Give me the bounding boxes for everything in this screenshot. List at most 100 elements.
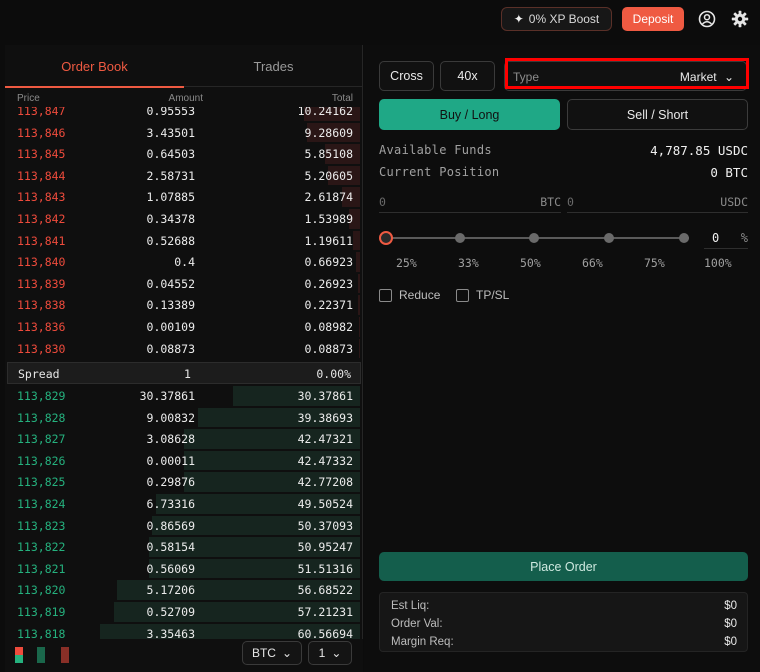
bid-amount: 5.17206 [146, 583, 195, 598]
ask-total: 5.20605 [304, 168, 353, 183]
bid-row[interactable]: 113,820 5.17206 56.68522 [5, 579, 363, 601]
bid-row[interactable]: 113,829 30.37861 30.37861 [5, 385, 363, 407]
slider-thumb[interactable] [379, 231, 393, 245]
deposit-button[interactable]: Deposit [622, 7, 684, 31]
ask-price: 113,844 [17, 168, 66, 183]
ask-price: 113,845 [17, 147, 66, 162]
bid-row[interactable]: 113,826 0.00011 42.47332 [5, 450, 363, 472]
ask-row[interactable]: 113,844 2.58731 5.20605 [5, 165, 363, 187]
bid-row[interactable]: 113,819 0.52709 57.21231 [5, 601, 363, 623]
ask-amount: 1.07885 [146, 190, 195, 205]
margin-req-row: Margin Req: $0 [391, 636, 737, 648]
bid-row[interactable]: 113,827 3.08628 42.47321 [5, 428, 363, 450]
percent-mark-66[interactable]: 66% [582, 256, 603, 270]
ask-total: 9.28609 [304, 125, 353, 140]
percent-mark-33[interactable]: 33% [458, 256, 479, 270]
buy-long-button[interactable]: Buy / Long [379, 99, 560, 130]
current-position-label: Current Position [379, 165, 500, 179]
bid-price: 113,821 [17, 561, 66, 576]
bid-amount: 3.08628 [146, 432, 195, 447]
tab-trades[interactable]: Trades [184, 45, 363, 87]
ask-row[interactable]: 113,845 0.64503 5.85108 [5, 143, 363, 165]
percent-mark-75[interactable]: 75% [644, 256, 665, 270]
ask-price: 113,842 [17, 212, 66, 226]
bid-price: 113,826 [17, 453, 66, 468]
bid-amount: 9.00832 [146, 410, 195, 425]
margin-req-value: $0 [724, 636, 737, 648]
size-percent-input[interactable]: 0 % [704, 229, 748, 249]
xp-boost-label: 0% XP Boost [528, 12, 600, 26]
ask-price: 113,847 [17, 107, 66, 118]
order-type-select[interactable]: Type Market ⌄ [504, 61, 747, 91]
ask-amount: 0.34378 [146, 212, 195, 226]
grouping-select[interactable]: 1 ⌄ [308, 641, 352, 665]
price-column-header: Price [17, 93, 40, 104]
unit-select[interactable]: BTC ⌄ [242, 641, 302, 665]
ask-row[interactable]: 113,841 0.52688 1.19611 [5, 230, 363, 252]
size-slider[interactable] [379, 231, 689, 245]
bid-total: 42.77208 [297, 475, 353, 490]
total-column-header: Total [331, 93, 353, 104]
ask-total: 10.24162 [297, 107, 353, 118]
ask-row[interactable]: 113,839 0.04552 0.26923 [5, 273, 363, 295]
available-funds-value: 4,787.85 USDC [650, 143, 748, 158]
place-order-button[interactable]: Place Order [379, 552, 748, 581]
ask-amount: 0.52688 [146, 233, 195, 248]
settings-gear-icon[interactable] [730, 9, 750, 29]
ask-row[interactable]: 113,843 1.07885 2.61874 [5, 186, 363, 208]
bid-row[interactable]: 113,824 6.73316 49.50524 [5, 493, 363, 515]
spread-percent: 0.00% [316, 367, 351, 381]
ask-total: 2.61874 [304, 190, 353, 205]
bid-total: 57.21231 [297, 605, 353, 619]
leverage-button[interactable]: 40x [440, 61, 495, 91]
ask-amount: 0.64503 [146, 147, 195, 162]
tab-order-book[interactable]: Order Book [5, 45, 184, 88]
amount-column-header: Amount [168, 93, 203, 104]
order-type-label: Type [513, 70, 540, 84]
ask-price: 113,840 [17, 255, 66, 270]
bid-total: 39.38693 [297, 410, 353, 425]
depth-view-toggle-icon[interactable] [15, 647, 75, 663]
ask-row[interactable]: 113,838 0.13389 0.22371 [5, 294, 363, 316]
bid-row[interactable]: 113,821 0.56069 51.51316 [5, 558, 363, 580]
slider-step-marker[interactable] [679, 233, 689, 243]
bid-amount: 0.00011 [146, 453, 195, 468]
ask-amount: 0.95553 [146, 107, 195, 118]
slider-step-marker[interactable] [455, 233, 465, 243]
ask-row[interactable]: 113,840 0.4 0.66923 [5, 251, 363, 273]
xp-boost-button[interactable]: ✦ 0% XP Boost [501, 7, 612, 31]
bid-amount: 6.73316 [146, 497, 195, 511]
ask-row[interactable]: 113,836 0.00109 0.08982 [5, 316, 363, 338]
slider-step-marker[interactable] [529, 233, 539, 243]
tpsl-checkbox[interactable]: TP/SL [456, 288, 509, 302]
ask-row[interactable]: 113,842 0.34378 1.53989 [5, 208, 363, 230]
bid-price: 113,828 [17, 410, 66, 425]
ask-total: 1.53989 [304, 212, 353, 226]
btc-size-input[interactable]: 0 BTC [379, 193, 561, 213]
bid-price: 113,824 [17, 497, 66, 511]
bid-row[interactable]: 113,823 0.86569 50.37093 [5, 515, 363, 537]
account-icon[interactable] [697, 9, 717, 29]
reduce-checkbox[interactable]: Reduce [379, 288, 440, 302]
percent-mark-100[interactable]: 100% [704, 256, 732, 270]
bid-row[interactable]: 113,822 0.58154 50.95247 [5, 536, 363, 558]
ask-row[interactable]: 113,846 3.43501 9.28609 [5, 122, 363, 144]
margin-mode-button[interactable]: Cross [379, 61, 434, 91]
ask-amount: 0.04552 [146, 276, 195, 291]
ask-row[interactable]: 113,830 0.08873 0.08873 [5, 338, 363, 360]
percent-mark-50[interactable]: 50% [520, 256, 541, 270]
est-liq-value: $0 [724, 600, 737, 612]
bid-row[interactable]: 113,825 0.29876 42.77208 [5, 471, 363, 493]
btc-input-unit: BTC [540, 195, 561, 209]
current-position-row: Current Position 0 BTC [379, 165, 748, 180]
usdc-size-input[interactable]: 0 USDC [567, 193, 748, 213]
reduce-label: Reduce [399, 288, 441, 302]
sell-short-button[interactable]: Sell / Short [567, 99, 748, 130]
percent-mark-25[interactable]: 25% [396, 256, 417, 270]
order-value-label: Order Val: [391, 618, 443, 630]
tpsl-label: TP/SL [476, 288, 510, 302]
ask-row[interactable]: 113,847 0.95553 10.24162 [5, 107, 363, 122]
bid-row[interactable]: 113,828 9.00832 39.38693 [5, 407, 363, 429]
est-liq-label: Est Liq: [391, 600, 430, 612]
slider-step-marker[interactable] [604, 233, 614, 243]
